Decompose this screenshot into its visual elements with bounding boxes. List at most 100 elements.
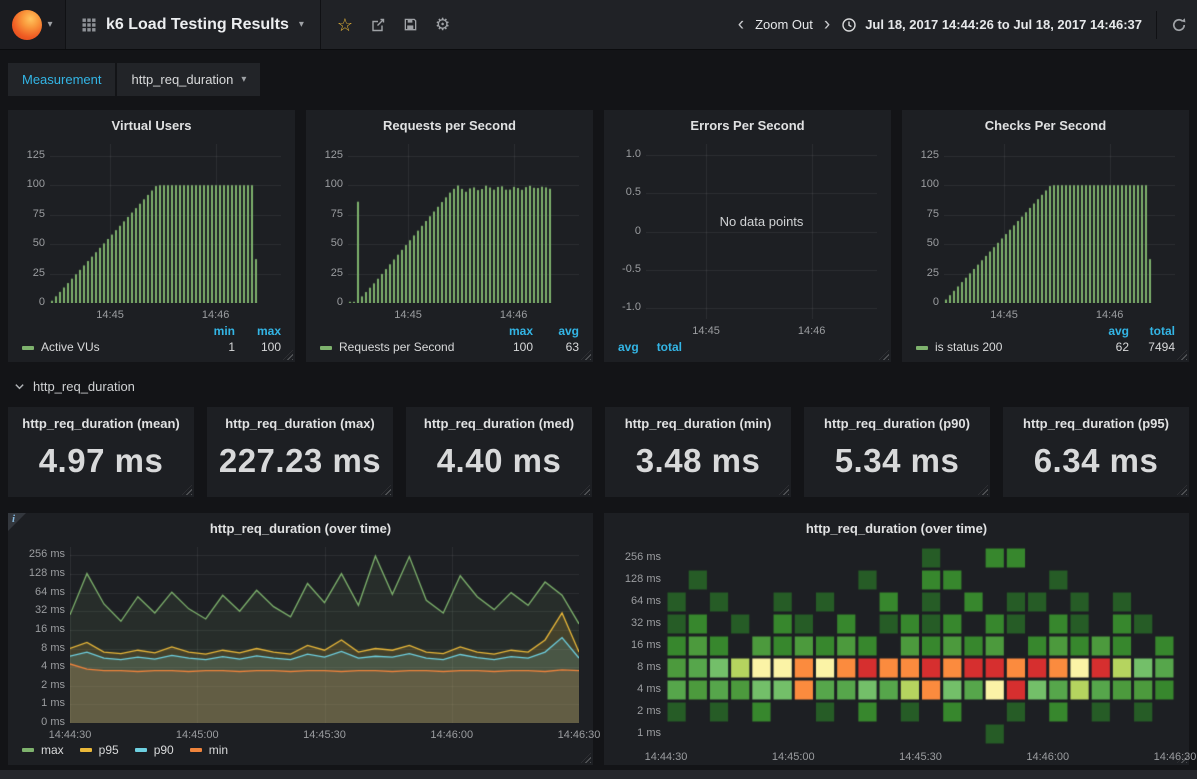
dashboard-title-dropdown[interactable]: k6 Load Testing Results ▾ bbox=[66, 0, 321, 49]
panel-stat-p95: http_req_duration (p95) 6.34 ms bbox=[1003, 407, 1189, 497]
legend-label: min bbox=[209, 743, 228, 757]
axis-tick-label: 8 ms bbox=[41, 642, 65, 654]
star-icon[interactable]: ☆ bbox=[337, 16, 353, 34]
save-icon[interactable] bbox=[403, 17, 418, 32]
x-axis: 14:44:3014:45:0014:45:3014:46:0014:46:30 bbox=[666, 747, 1175, 765]
y-axis: 256 ms128 ms64 ms32 ms16 ms8 ms4 ms2 ms1… bbox=[612, 547, 666, 745]
legend-stat-value: 100 bbox=[487, 339, 533, 355]
panel-title[interactable]: Checks Per Second bbox=[902, 110, 1189, 136]
chevron-down-icon bbox=[14, 381, 25, 392]
axis-tick-label: 14:46:30 bbox=[1154, 751, 1197, 763]
axis-tick-label: 16 ms bbox=[631, 639, 661, 651]
legend-stat-header[interactable]: avg bbox=[618, 339, 657, 355]
plot-area[interactable] bbox=[944, 144, 1175, 303]
zoom-out-button[interactable]: Zoom Out bbox=[755, 17, 813, 32]
no-data-text: No data points bbox=[646, 214, 877, 229]
legend-label: p90 bbox=[154, 743, 174, 757]
chevron-down-icon: ▾ bbox=[47, 20, 52, 30]
plot-area[interactable]: No data points bbox=[646, 144, 877, 319]
plot-area[interactable] bbox=[50, 144, 281, 303]
time-shift-left-icon[interactable]: ‹ bbox=[738, 15, 744, 34]
chart-canvas bbox=[70, 547, 579, 723]
axis-tick-label: 0 bbox=[39, 296, 45, 308]
panel-title[interactable]: http_req_duration (med) bbox=[406, 407, 592, 431]
panel-stat-max: http_req_duration (max) 227.23 ms bbox=[207, 407, 393, 497]
axis-tick-label: -1.0 bbox=[622, 301, 641, 313]
dashboard-title: k6 Load Testing Results bbox=[106, 16, 289, 34]
panel-title[interactable]: http_req_duration (p95) bbox=[1003, 407, 1189, 431]
axis-tick-label: 14:45:00 bbox=[176, 729, 219, 741]
dashboard-actions: ☆ ⚙ bbox=[321, 16, 466, 34]
grafana-menu-button[interactable]: ▾ bbox=[0, 0, 66, 49]
axis-tick-label: 0 ms bbox=[41, 716, 65, 728]
legend-stat-header[interactable]: min bbox=[189, 323, 235, 339]
legend-item-p95[interactable]: p95 bbox=[80, 743, 119, 757]
gear-icon[interactable]: ⚙ bbox=[435, 16, 450, 33]
x-axis: 14:44:3014:45:0014:45:3014:46:0014:46:30 bbox=[70, 725, 579, 743]
grafana-logo-icon bbox=[12, 10, 42, 40]
axis-tick-label: 14:45 bbox=[990, 309, 1018, 321]
variable-value-dropdown[interactable]: http_req_duration ▾ bbox=[117, 63, 260, 96]
legend-stat-header[interactable]: avg bbox=[533, 323, 579, 339]
panel-title[interactable]: http_req_duration (mean) bbox=[8, 407, 194, 431]
axis-tick-label: 32 ms bbox=[35, 604, 65, 616]
legend-stat-header[interactable]: total bbox=[1129, 323, 1175, 339]
axis-tick-label: 4 ms bbox=[41, 660, 65, 672]
axis-tick-label: 14:44:30 bbox=[645, 751, 688, 763]
panel-title[interactable]: http_req_duration (max) bbox=[207, 407, 393, 431]
y-axis: 0255075100125 bbox=[16, 144, 50, 303]
panel-virtual-users: Virtual Users 0255075100125 14:4514:46 m… bbox=[8, 110, 295, 362]
legend-series-label[interactable]: Active VUs bbox=[22, 339, 189, 355]
panel-checks-per-second: Checks Per Second 0255075100125 14:4514:… bbox=[902, 110, 1189, 362]
legend: maxavg Requests per Second10063 bbox=[306, 323, 593, 362]
bottom-row: i http_req_duration (over time) 0 ms 1 ms… bbox=[0, 513, 1197, 765]
axis-tick-label: 8 ms bbox=[637, 661, 661, 673]
legend-stat-header[interactable]: avg bbox=[1083, 323, 1129, 339]
time-range-picker[interactable]: Jul 18, 2017 14:44:26 to Jul 18, 2017 14… bbox=[841, 17, 1142, 33]
share-icon[interactable] bbox=[370, 17, 386, 33]
legend-stat-value: 62 bbox=[1083, 339, 1129, 355]
panel-title[interactable]: Errors Per Second bbox=[604, 110, 891, 136]
axis-tick-label: 1 ms bbox=[637, 727, 661, 739]
legend-stat-header[interactable]: max bbox=[235, 323, 281, 339]
bottom-scrollbar[interactable] bbox=[0, 770, 1197, 779]
legend-stat-header[interactable]: max bbox=[487, 323, 533, 339]
legend-item-p90[interactable]: p90 bbox=[135, 743, 174, 757]
panel-title[interactable]: http_req_duration (over time) bbox=[8, 513, 593, 539]
legend-series-label[interactable]: Requests per Second bbox=[320, 339, 487, 355]
plot-area[interactable] bbox=[70, 547, 579, 723]
panel-title[interactable]: http_req_duration (over time) bbox=[604, 513, 1189, 539]
graph-area: 256 ms128 ms64 ms32 ms16 ms8 ms4 ms2 ms1… bbox=[612, 541, 1181, 765]
chart-canvas bbox=[50, 144, 281, 303]
plot-area[interactable] bbox=[348, 144, 579, 303]
axis-tick-label: 14:46 bbox=[798, 325, 826, 337]
axis-tick-label: 14:44:30 bbox=[49, 729, 92, 741]
axis-tick-label: 14:45:00 bbox=[772, 751, 815, 763]
panel-title[interactable]: Requests per Second bbox=[306, 110, 593, 136]
panel-stat-p90: http_req_duration (p90) 5.34 ms bbox=[804, 407, 990, 497]
panel-info-icon[interactable]: i bbox=[8, 513, 26, 531]
panel-stat-mean: http_req_duration (mean) 4.97 ms bbox=[8, 407, 194, 497]
legend-item-max[interactable]: max bbox=[22, 743, 64, 757]
axis-tick-label: 75 bbox=[927, 208, 939, 220]
refresh-icon[interactable] bbox=[1171, 17, 1187, 33]
chart-canvas bbox=[666, 547, 1175, 745]
legend-series-label[interactable]: is status 200 bbox=[916, 339, 1083, 355]
axis-tick-label: 128 ms bbox=[29, 567, 65, 579]
y-axis: -1.0-0.500.51.0 bbox=[612, 144, 646, 319]
axis-tick-label: 2 ms bbox=[637, 705, 661, 717]
legend-item-min[interactable]: min bbox=[190, 743, 228, 757]
plot-area[interactable] bbox=[666, 547, 1175, 745]
row-toggle-http-req-duration[interactable]: http_req_duration bbox=[14, 375, 1197, 397]
panel-title[interactable]: http_req_duration (p90) bbox=[804, 407, 990, 431]
graph-area: 0 ms1 ms2 ms4 ms8 ms16 ms32 ms64 ms128 m… bbox=[16, 541, 585, 743]
panel-title[interactable]: Virtual Users bbox=[8, 110, 295, 136]
legend-stat-value: 63 bbox=[533, 339, 579, 355]
axis-tick-label: 0.5 bbox=[626, 186, 641, 198]
time-shift-right-icon[interactable]: › bbox=[824, 15, 830, 34]
panel-title[interactable]: http_req_duration (min) bbox=[605, 407, 791, 431]
legend-stat-header[interactable]: total bbox=[657, 339, 700, 355]
navbar: ▾ k6 Load Testing Results ▾ ☆ ⚙ ‹ Zoom O… bbox=[0, 0, 1197, 50]
legend-label: max bbox=[41, 743, 64, 757]
stat-row: http_req_duration (mean) 4.97 ms http_re… bbox=[0, 407, 1197, 497]
